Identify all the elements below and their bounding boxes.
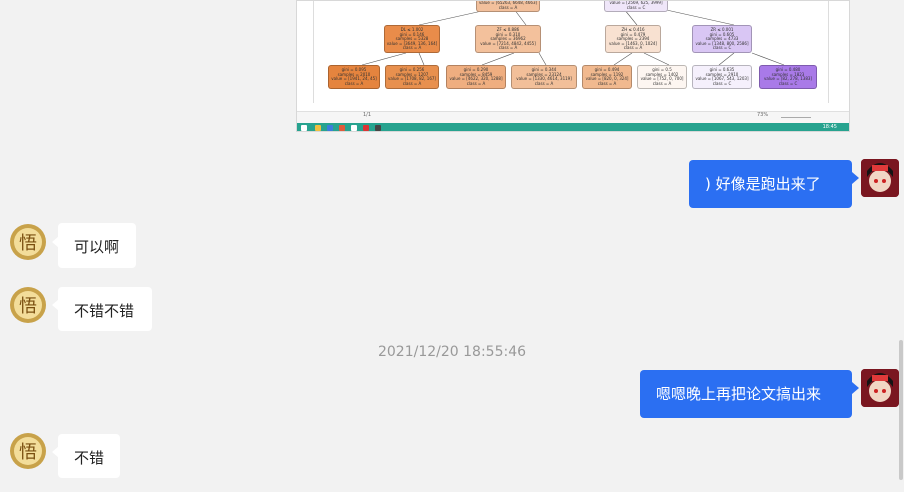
tree-leaf-1: gini = 0.095 samples = 2010 value = [194… [328, 65, 380, 89]
taskbar-app-icon [315, 125, 321, 131]
tree-node-mid-4: ZR ≤ 0.001 gini = 0.605 samples = 4733 v… [692, 25, 752, 53]
message-bubble-received[interactable]: 不错不错 [58, 287, 152, 331]
tree-leaf-7: gini = 0.635 samples = 2910 value = [106… [692, 65, 752, 89]
page-indicator: 1/1 [363, 112, 372, 118]
screenshot-image-message[interactable]: value = [65263, 6648, 4663] class = A va… [296, 0, 850, 132]
windows-taskbar: 18:45 [297, 123, 849, 131]
bubble-tail [852, 172, 859, 184]
message-bubble-sent[interactable]: 嗯嗯晚上再把论文搞出来 [640, 370, 852, 418]
svg-text:悟: 悟 [19, 442, 37, 463]
bubble-tail [852, 382, 859, 394]
chat-scrollbar[interactable] [899, 340, 903, 480]
zoom-slider [781, 117, 811, 118]
contact-avatar-icon: 悟 [10, 433, 46, 469]
tree-leaf-5: gini = 0.494 samples = 1192 value = [820… [582, 65, 632, 89]
message-bubble-received[interactable]: 可以啊 [58, 223, 136, 268]
pdf-page: value = [65263, 6648, 4663] class = A va… [313, 1, 829, 103]
taskbar-app-icon [375, 125, 381, 131]
start-icon [301, 125, 307, 131]
avatar[interactable]: 悟 [9, 223, 47, 261]
avatar[interactable] [861, 159, 899, 197]
taskbar-app-icon [327, 125, 333, 131]
avatar[interactable] [861, 369, 899, 407]
tree-node-mid-3: ZH ≤ 0.416 gini = 0.479 samples = 2394 v… [605, 25, 661, 53]
contact-avatar-icon: 悟 [10, 287, 46, 323]
user-avatar-icon [861, 369, 899, 407]
tree-node-mid-1: DL ≤ 1.002 gini = 0.146 samples = 5328 v… [384, 25, 440, 53]
chat-pane: value = [65263, 6648, 4663] class = A va… [0, 0, 904, 492]
user-avatar-icon [861, 159, 899, 197]
taskbar-app-icon [339, 125, 345, 131]
taskbar-app-icon [351, 125, 357, 131]
tree-leaf-6: gini = 0.5 samples = 1402 value = [752, … [637, 65, 687, 89]
tree-leaf-8: gini = 0.480 samples = 1823 value = [82,… [759, 65, 817, 89]
tree-leaf-4: gini = 0.344 samples = 23124 value = [13… [511, 65, 577, 89]
tree-leaf-2: gini = 0.256 samples = 1207 value = [170… [385, 65, 439, 89]
svg-text:悟: 悟 [19, 233, 37, 254]
message-timestamp: 2021/12/20 18:55:46 [377, 344, 527, 360]
zoom-level: 73% [757, 112, 769, 118]
taskbar-app-icon [363, 125, 369, 131]
taskbar-clock: 18:45 [822, 124, 837, 130]
tree-leaf-3: gini = 0.290 samples = 8459 value = [462… [446, 65, 506, 89]
svg-text:悟: 悟 [19, 296, 37, 317]
tree-node-top-left: value = [65263, 6648, 4663] class = A [476, 1, 540, 12]
avatar[interactable]: 悟 [9, 286, 47, 324]
contact-avatar-icon: 悟 [10, 224, 46, 260]
tree-node-top-right: value = [2569, 625, 3999] class = C [604, 1, 668, 12]
avatar[interactable]: 悟 [9, 432, 47, 470]
message-bubble-sent[interactable]: ) 好像是跑出来了 [689, 160, 852, 208]
tree-node-mid-2: ZF ≤ 0.886 gini = 0.310 samples = 36962 … [475, 25, 541, 53]
message-bubble-received[interactable]: 不错 [58, 434, 120, 478]
